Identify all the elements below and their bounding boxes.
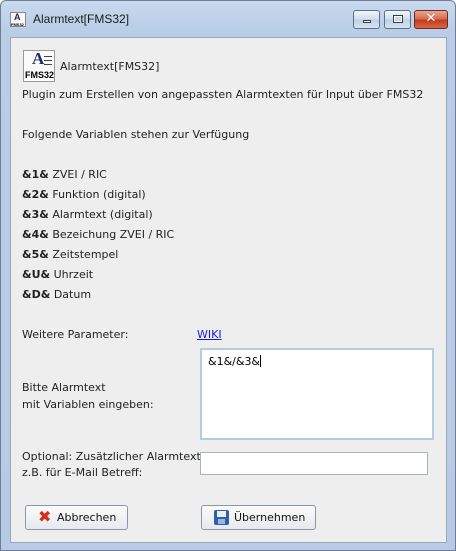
wiki-link[interactable]: WIKI [197,328,222,341]
cancel-button-label: Abbrechen [57,511,117,524]
subject-input[interactable] [200,452,428,475]
plugin-description: Plugin zum Erstellen von angepassten Ala… [22,88,424,101]
app-icon: A FMS32 [10,12,26,27]
alarmtext-label-line1: Bitte Alarmtext [22,381,106,394]
params-label: Weitere Parameter: [22,328,129,341]
variable-item: &5& Zeitstempel [22,248,119,261]
plugin-icon: A FMS32 [23,49,55,82]
variable-item: &3& Alarmtext (digital) [22,208,153,221]
save-icon [214,510,229,525]
cancel-icon: ✖ [38,507,52,526]
close-button[interactable]: ✕ [414,10,448,29]
minimize-icon [363,20,371,23]
dialog-content: A FMS32 Alarmtext[FMS32] Plugin zum Erst… [10,37,447,543]
variables-intro: Folgende Variablen stehen zur Verfügung [22,128,250,141]
variable-item: &2& Funktion (digital) [22,188,146,201]
variable-item: &1& ZVEI / RIC [22,168,107,181]
dialog-window: A FMS32 Alarmtext[FMS32] ✕ A FMS32 Alarmt… [0,0,456,551]
apply-button[interactable]: Übernehmen [201,505,316,530]
window-title: Alarmtext[FMS32] [33,12,130,26]
cancel-button[interactable]: ✖ Abbrechen [25,505,128,530]
subject-label-line1: Optional: Zusätzlicher Alarmtext [22,450,201,463]
maximize-button[interactable] [384,10,411,29]
apply-button-label: Übernehmen [234,511,306,524]
alarmtext-label-line2: mit Variablen eingeben: [22,398,154,411]
close-icon: ✕ [425,11,437,26]
minimize-button[interactable] [353,10,380,29]
variable-item: &4& Bezeichung ZVEI / RIC [22,228,175,241]
variable-item: &D& Datum [22,288,92,301]
plugin-name: Alarmtext[FMS32] [60,60,160,73]
alarmtext-input[interactable]: &1&/&3& [200,348,434,440]
alarmtext-value: &1&/&3& [208,355,261,368]
title-bar[interactable]: A FMS32 Alarmtext[FMS32] ✕ [1,1,455,37]
maximize-icon [393,15,403,23]
variable-item: &U& Uhrzeit [22,268,94,281]
subject-label-line2: z.B. für E-Mail Betreff: [22,466,143,479]
